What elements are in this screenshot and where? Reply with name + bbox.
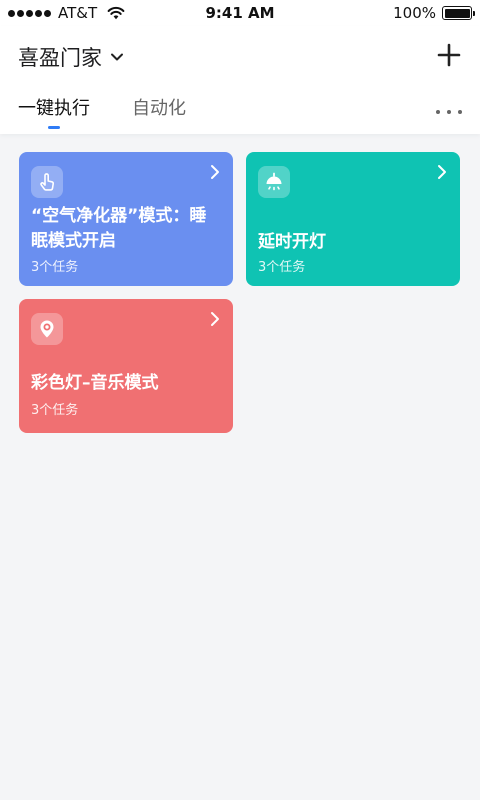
tab-label: 自动化 bbox=[132, 98, 186, 119]
battery-icon bbox=[442, 6, 475, 20]
ceiling-lamp-icon bbox=[258, 166, 290, 198]
scene-task-count: 3个任务 bbox=[31, 403, 79, 418]
battery-percent: 100% bbox=[393, 4, 436, 22]
chevron-right-icon bbox=[211, 312, 219, 326]
scene-card[interactable]: 彩色灯–音乐模式 3个任务 bbox=[19, 299, 233, 433]
scene-task-count: 3个任务 bbox=[31, 260, 79, 275]
more-icon[interactable] bbox=[436, 106, 462, 118]
status-bar: AT&T 9:41 AM 100% bbox=[0, 0, 480, 26]
scene-task-count: 3个任务 bbox=[258, 260, 306, 275]
tab-automation[interactable]: 自动化 bbox=[132, 94, 186, 130]
scene-title: “空气净化器”模式：睡眠模式开启 bbox=[31, 206, 207, 251]
tab-label: 一键执行 bbox=[18, 98, 90, 119]
add-button[interactable] bbox=[434, 40, 464, 70]
chevron-right-icon bbox=[211, 165, 219, 179]
header: 喜盈门家 一键执行 自动化 bbox=[0, 26, 480, 134]
location-pin-icon bbox=[31, 313, 63, 345]
status-right: 100% bbox=[393, 4, 475, 22]
home-selector[interactable]: 喜盈门家 bbox=[18, 42, 124, 72]
tab-bar: 一键执行 自动化 bbox=[18, 94, 186, 130]
home-name: 喜盈门家 bbox=[18, 46, 102, 70]
tab-active-indicator bbox=[48, 126, 60, 129]
scene-card[interactable]: 延时开灯 3个任务 bbox=[246, 152, 460, 286]
battery-fill bbox=[444, 8, 470, 18]
scene-title: 彩色灯–音乐模式 bbox=[31, 373, 159, 393]
scene-title: 延时开灯 bbox=[258, 232, 326, 252]
scene-card[interactable]: “空气净化器”模式：睡眠模式开启 3个任务 bbox=[19, 152, 233, 286]
chevron-down-icon bbox=[111, 53, 123, 61]
touch-hand-icon bbox=[31, 166, 63, 198]
tab-one-click[interactable]: 一键执行 bbox=[18, 94, 90, 130]
chevron-right-icon bbox=[438, 165, 446, 179]
